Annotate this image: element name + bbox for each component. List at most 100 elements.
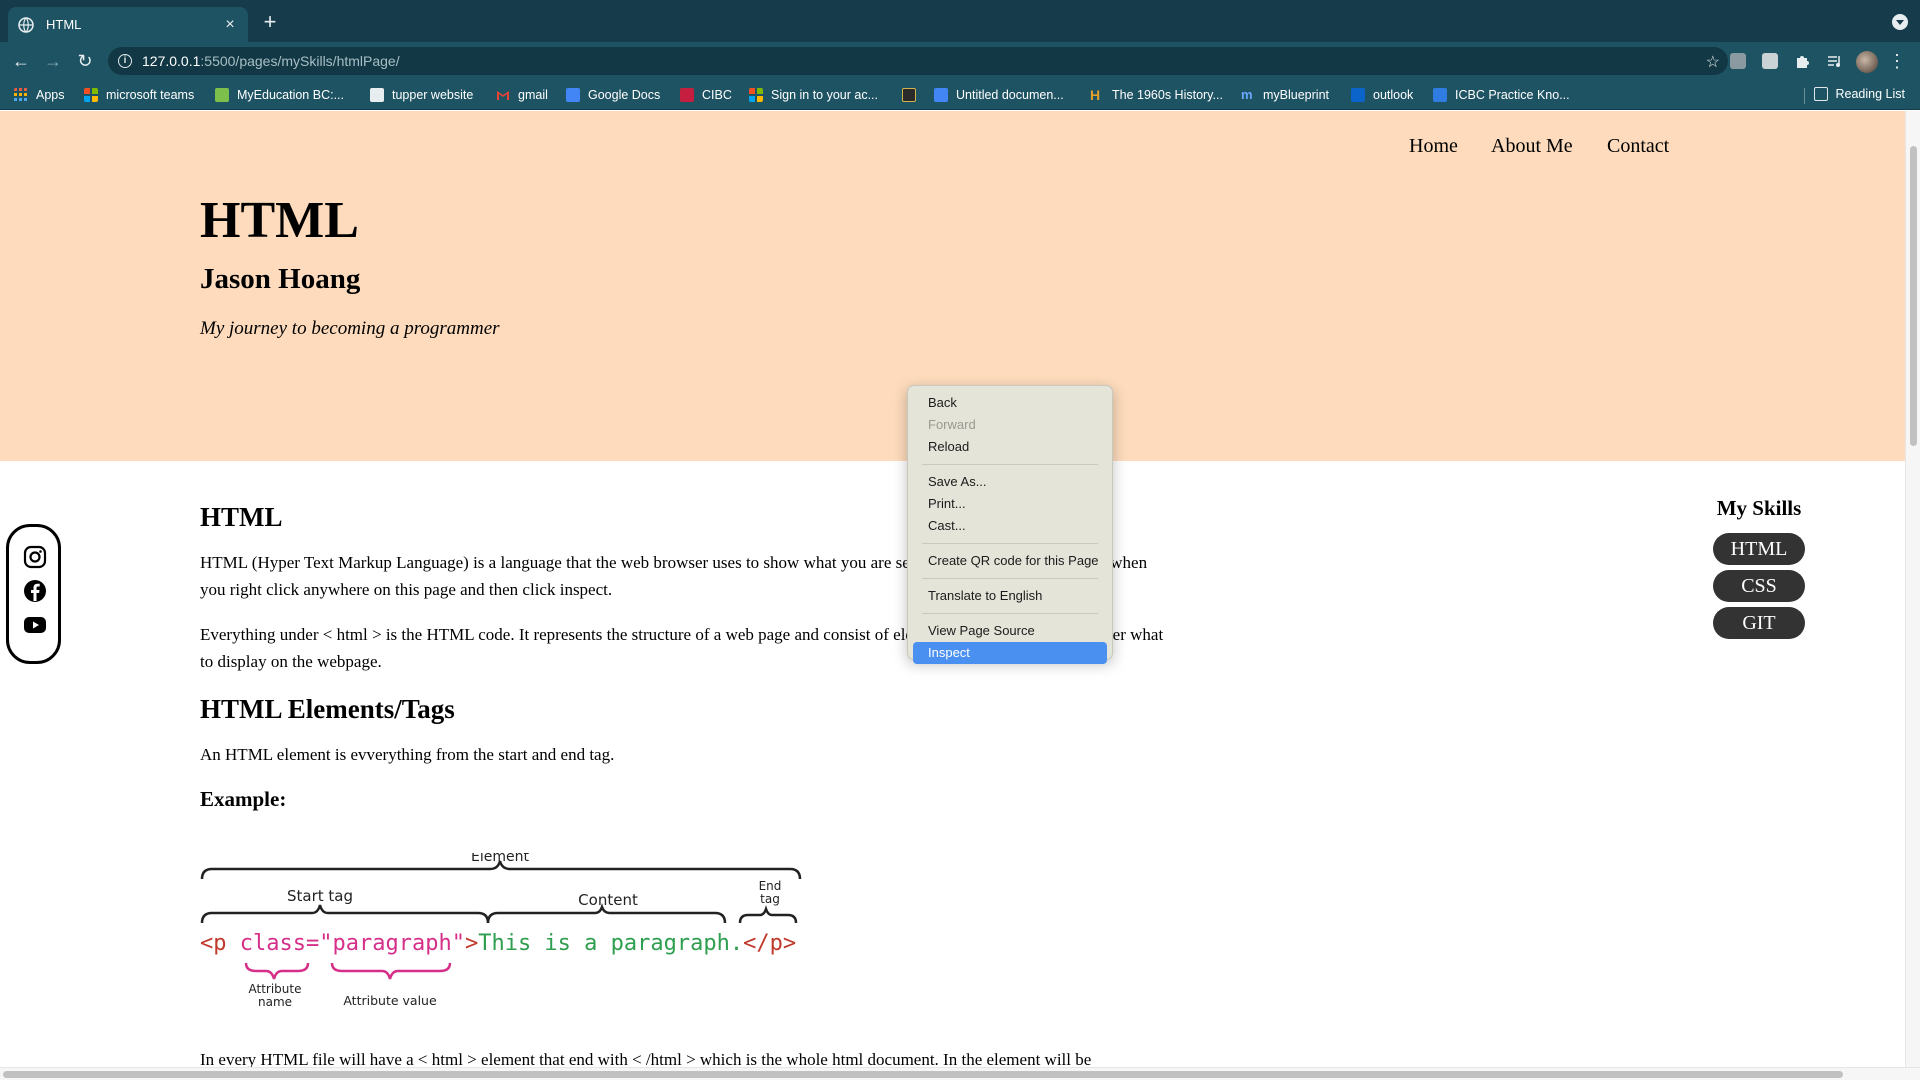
menu-item-translate[interactable]: Translate to English	[913, 585, 1107, 607]
leaf-icon	[215, 88, 229, 102]
instagram-icon[interactable]	[23, 545, 47, 569]
bookmark-outlook[interactable]: outlook	[1351, 87, 1413, 103]
nav-about-link[interactable]: About Me	[1491, 135, 1573, 158]
my-skills-panel: My Skills HTML CSS GIT	[1713, 496, 1805, 644]
address-bar[interactable]: i 127.0.0.1:5500/pages/mySkills/htmlPage…	[108, 47, 1728, 75]
menu-item-inspect[interactable]: Inspect	[913, 642, 1107, 664]
code-close-tag: </p>	[743, 931, 796, 956]
menu-item-reload[interactable]: Reload	[913, 436, 1107, 458]
bookmark-label: MyEducation BC:...	[237, 88, 344, 102]
media-control-icon[interactable]	[1826, 53, 1842, 69]
bookmark-sign-in[interactable]: Sign in to your ac...	[749, 87, 878, 103]
bookmark-label: microsoft teams	[106, 88, 195, 102]
bookmark-label: Google Docs	[588, 88, 661, 102]
skills-heading: My Skills	[1716, 496, 1802, 520]
bookmark-label: The 1960s History...	[1112, 88, 1223, 102]
tab-search-icon[interactable]	[1892, 14, 1908, 30]
reload-icon[interactable]: ↻	[74, 50, 96, 72]
skill-button-css[interactable]: CSS	[1713, 570, 1805, 602]
menu-item-qr-code[interactable]: Create QR code for this Page	[913, 550, 1107, 572]
outlook-icon	[1351, 88, 1365, 102]
bookmark-google-docs[interactable]: Google Docs	[566, 87, 660, 103]
tagline: My journey to becoming a programmer	[200, 318, 500, 339]
menu-item-print[interactable]: Print...	[913, 493, 1107, 515]
reading-list-button[interactable]: Reading List	[1813, 87, 1906, 101]
code-attribute-value: paragraph	[332, 931, 451, 956]
url-path: :5500/pages/mySkills/htmlPage/	[200, 53, 400, 69]
vertical-scrollbar[interactable]	[1905, 111, 1920, 1067]
history-h-icon: H	[1090, 87, 1101, 103]
code-attribute-name: class=	[240, 931, 319, 956]
bookmark-label: outlook	[1373, 88, 1414, 102]
browser-menu-icon[interactable]: ⋮	[1888, 51, 1906, 71]
bookmark-crest[interactable]	[902, 87, 924, 103]
vertical-scroll-thumb[interactable]	[1910, 146, 1917, 446]
profile-avatar[interactable]	[1856, 51, 1878, 73]
skill-button-html[interactable]: HTML	[1713, 533, 1805, 565]
bookmark-apps[interactable]: Apps	[14, 87, 65, 103]
bookmark-label: Sign in to your ac...	[771, 88, 879, 102]
code-open-tag: <p	[200, 931, 240, 956]
reading-list-label: Reading List	[1835, 87, 1906, 101]
facebook-icon[interactable]	[23, 579, 47, 603]
diagram-label-name: name	[258, 995, 292, 1009]
bookmark-label: Apps	[36, 88, 65, 102]
docs-icon	[934, 88, 948, 102]
bookmark-untitled-doc[interactable]: Untitled documen...	[934, 87, 1064, 103]
bookmark-label: CIBC	[702, 88, 732, 102]
bookmark-1960s-history[interactable]: H The 1960s History...	[1090, 87, 1223, 103]
menu-item-cast[interactable]: Cast...	[913, 515, 1107, 537]
bookmark-tupper[interactable]: tupper website	[370, 87, 473, 103]
puzzle-extensions-icon[interactable]	[1794, 53, 1810, 69]
icbc-icon	[1433, 88, 1447, 102]
diagram-label-content: Content	[578, 891, 638, 909]
diagram-label-start-tag: Start tag	[287, 887, 353, 905]
menu-separator	[922, 464, 1098, 465]
gmail-icon	[497, 91, 509, 100]
page-title: HTML	[200, 192, 359, 249]
url-host: 127.0.0.1	[142, 53, 201, 69]
menu-item-save-as[interactable]: Save As...	[913, 471, 1107, 493]
web-page: Home About Me Contact HTML Jason Hoang M…	[0, 111, 1905, 1067]
tab-strip: HTML × +	[0, 0, 1920, 42]
bookmark-star-icon[interactable]: ☆	[1706, 52, 1720, 72]
site-favicon-icon	[370, 88, 384, 102]
horizontal-scrollbar[interactable]	[0, 1067, 1920, 1080]
microsoft-logo-icon	[749, 88, 763, 102]
tab-html[interactable]: HTML ×	[8, 7, 248, 42]
example-label: Example:	[200, 787, 287, 811]
site-info-icon[interactable]: i	[118, 54, 132, 68]
youtube-icon[interactable]	[23, 613, 47, 637]
nav-home-link[interactable]: Home	[1409, 135, 1458, 158]
forward-arrow-icon[interactable]: →	[42, 50, 64, 72]
diagram-label-attribute-value: Attribute value	[343, 993, 437, 1008]
bookmark-myblueprint[interactable]: m myBlueprint	[1241, 87, 1329, 103]
back-arrow-icon[interactable]: ←	[10, 50, 32, 72]
bookmark-myeducation[interactable]: MyEducation BC:...	[215, 87, 344, 103]
bookmark-label: tupper website	[392, 88, 474, 102]
browser-toolbar: ← → ↻ i 127.0.0.1:5500/pages/mySkills/ht…	[0, 42, 1920, 80]
svg-text:<p class="paragraph">This is a: <p class="paragraph">This is a paragraph…	[200, 931, 796, 956]
paragraph-elements: An HTML element is evverything from the …	[200, 745, 615, 764]
code-gt: >	[465, 931, 478, 956]
bookmark-microsoft-teams[interactable]: microsoft teams	[84, 87, 194, 103]
code-quote: "	[452, 931, 465, 956]
tab-title: HTML	[46, 17, 82, 32]
extension-icon[interactable]	[1730, 53, 1746, 69]
bookmark-label: myBlueprint	[1263, 88, 1329, 102]
skill-button-git[interactable]: GIT	[1713, 607, 1805, 639]
menu-item-back[interactable]: Back	[913, 392, 1107, 414]
tab-close-icon[interactable]: ×	[222, 16, 238, 33]
bookmark-icbc[interactable]: ICBC Practice Kno...	[1433, 87, 1570, 103]
bookmark-gmail[interactable]: gmail	[496, 87, 548, 103]
diagram-label-attribute: Attribute	[249, 982, 302, 996]
menu-item-forward[interactable]: Forward	[913, 414, 1107, 436]
nav-contact-link[interactable]: Contact	[1607, 135, 1669, 158]
menu-item-view-source[interactable]: View Page Source	[913, 620, 1107, 642]
new-tab-button[interactable]: +	[260, 11, 280, 33]
bookmark-cibc[interactable]: CIBC	[680, 87, 732, 103]
horizontal-scroll-thumb[interactable]	[3, 1071, 1843, 1078]
extension-icon[interactable]	[1762, 53, 1778, 69]
code-quote: "	[319, 931, 332, 956]
html-element-diagram: Element Start tag Content End tag Attrib…	[200, 853, 802, 1009]
